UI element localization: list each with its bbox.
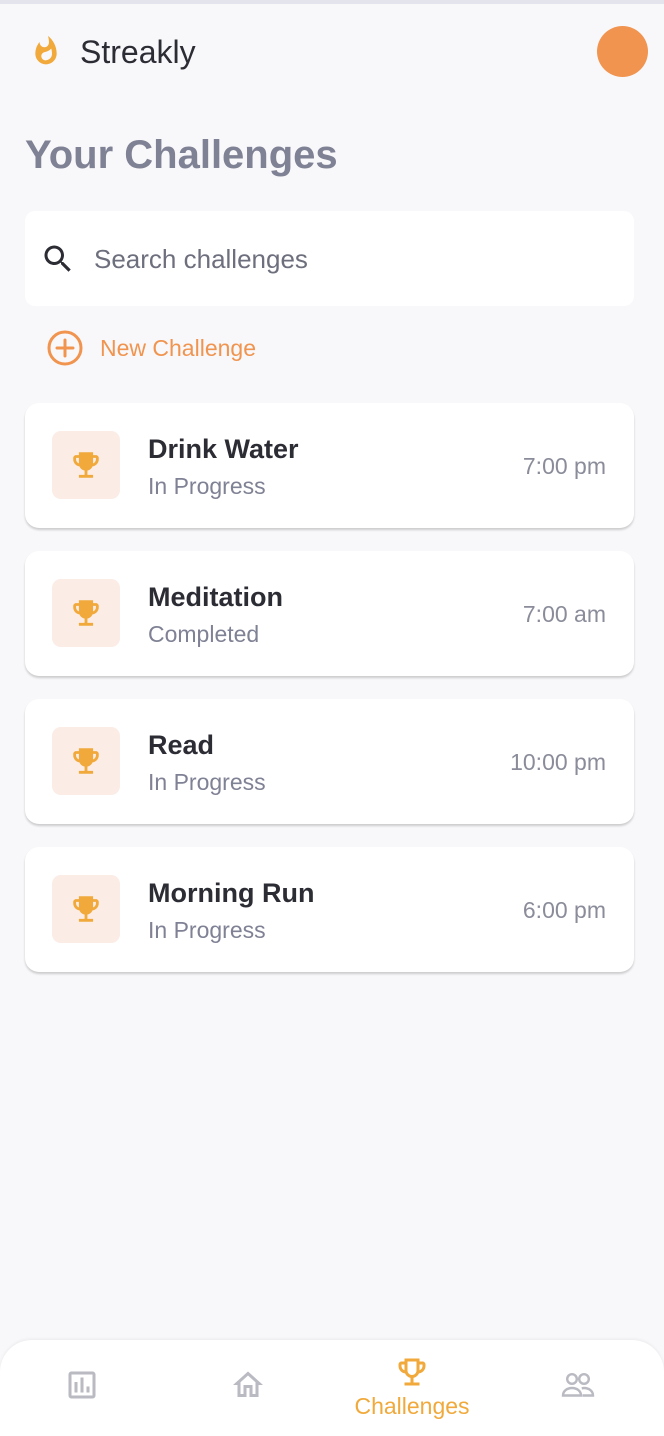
challenge-card[interactable]: Meditation Completed 7:00 am (25, 551, 634, 676)
challenge-icon-box (52, 579, 120, 647)
nav-home[interactable] (228, 1340, 268, 1436)
challenge-card[interactable]: Morning Run In Progress 6:00 pm (25, 847, 634, 972)
trophy-icon (73, 452, 99, 478)
challenge-card[interactable]: Drink Water In Progress 7:00 pm (25, 403, 634, 528)
challenge-status: Completed (148, 621, 260, 647)
nav-stats[interactable] (62, 1340, 102, 1436)
new-challenge-button[interactable]: New Challenge (46, 328, 256, 368)
challenge-icon-box (52, 875, 120, 943)
new-challenge-label: New Challenge (100, 334, 256, 361)
challenge-icon-box (52, 431, 120, 499)
app-header: Streakly (0, 0, 664, 104)
trophy-icon (398, 1358, 426, 1386)
page-title: Your Challenges (25, 133, 338, 177)
bar-chart-icon (68, 1371, 96, 1399)
challenge-name: Read (148, 730, 215, 760)
challenge-card[interactable]: Read In Progress 10:00 pm (25, 699, 634, 824)
plus-circle-icon (47, 330, 83, 366)
challenge-time: 6:00 pm (522, 897, 606, 923)
trophy-icon (73, 600, 99, 626)
app-name: Streakly (80, 34, 196, 70)
challenge-time: 7:00 pm (522, 453, 606, 479)
bottom-nav: Challenges (0, 1340, 664, 1436)
nav-challenges[interactable]: Challenges (342, 1340, 482, 1436)
nav-challenges-label: Challenges (354, 1393, 470, 1419)
challenge-status: In Progress (148, 917, 266, 943)
people-icon (561, 1373, 595, 1397)
challenge-status: In Progress (148, 769, 266, 795)
search-icon (44, 245, 71, 272)
flame-icon (35, 35, 57, 65)
challenge-status: In Progress (148, 473, 266, 499)
avatar[interactable] (597, 26, 648, 77)
challenge-name: Morning Run (148, 878, 315, 908)
challenge-time: 10:00 pm (510, 749, 606, 775)
challenge-icon-box (52, 727, 120, 795)
trophy-icon (73, 748, 99, 774)
challenge-name: Drink Water (148, 434, 299, 464)
nav-friends[interactable] (558, 1340, 598, 1436)
search-input[interactable] (94, 239, 594, 279)
trophy-icon (73, 896, 99, 922)
home-icon (233, 1371, 263, 1397)
challenge-name: Meditation (148, 582, 283, 612)
challenge-time: 7:00 am (522, 601, 606, 627)
